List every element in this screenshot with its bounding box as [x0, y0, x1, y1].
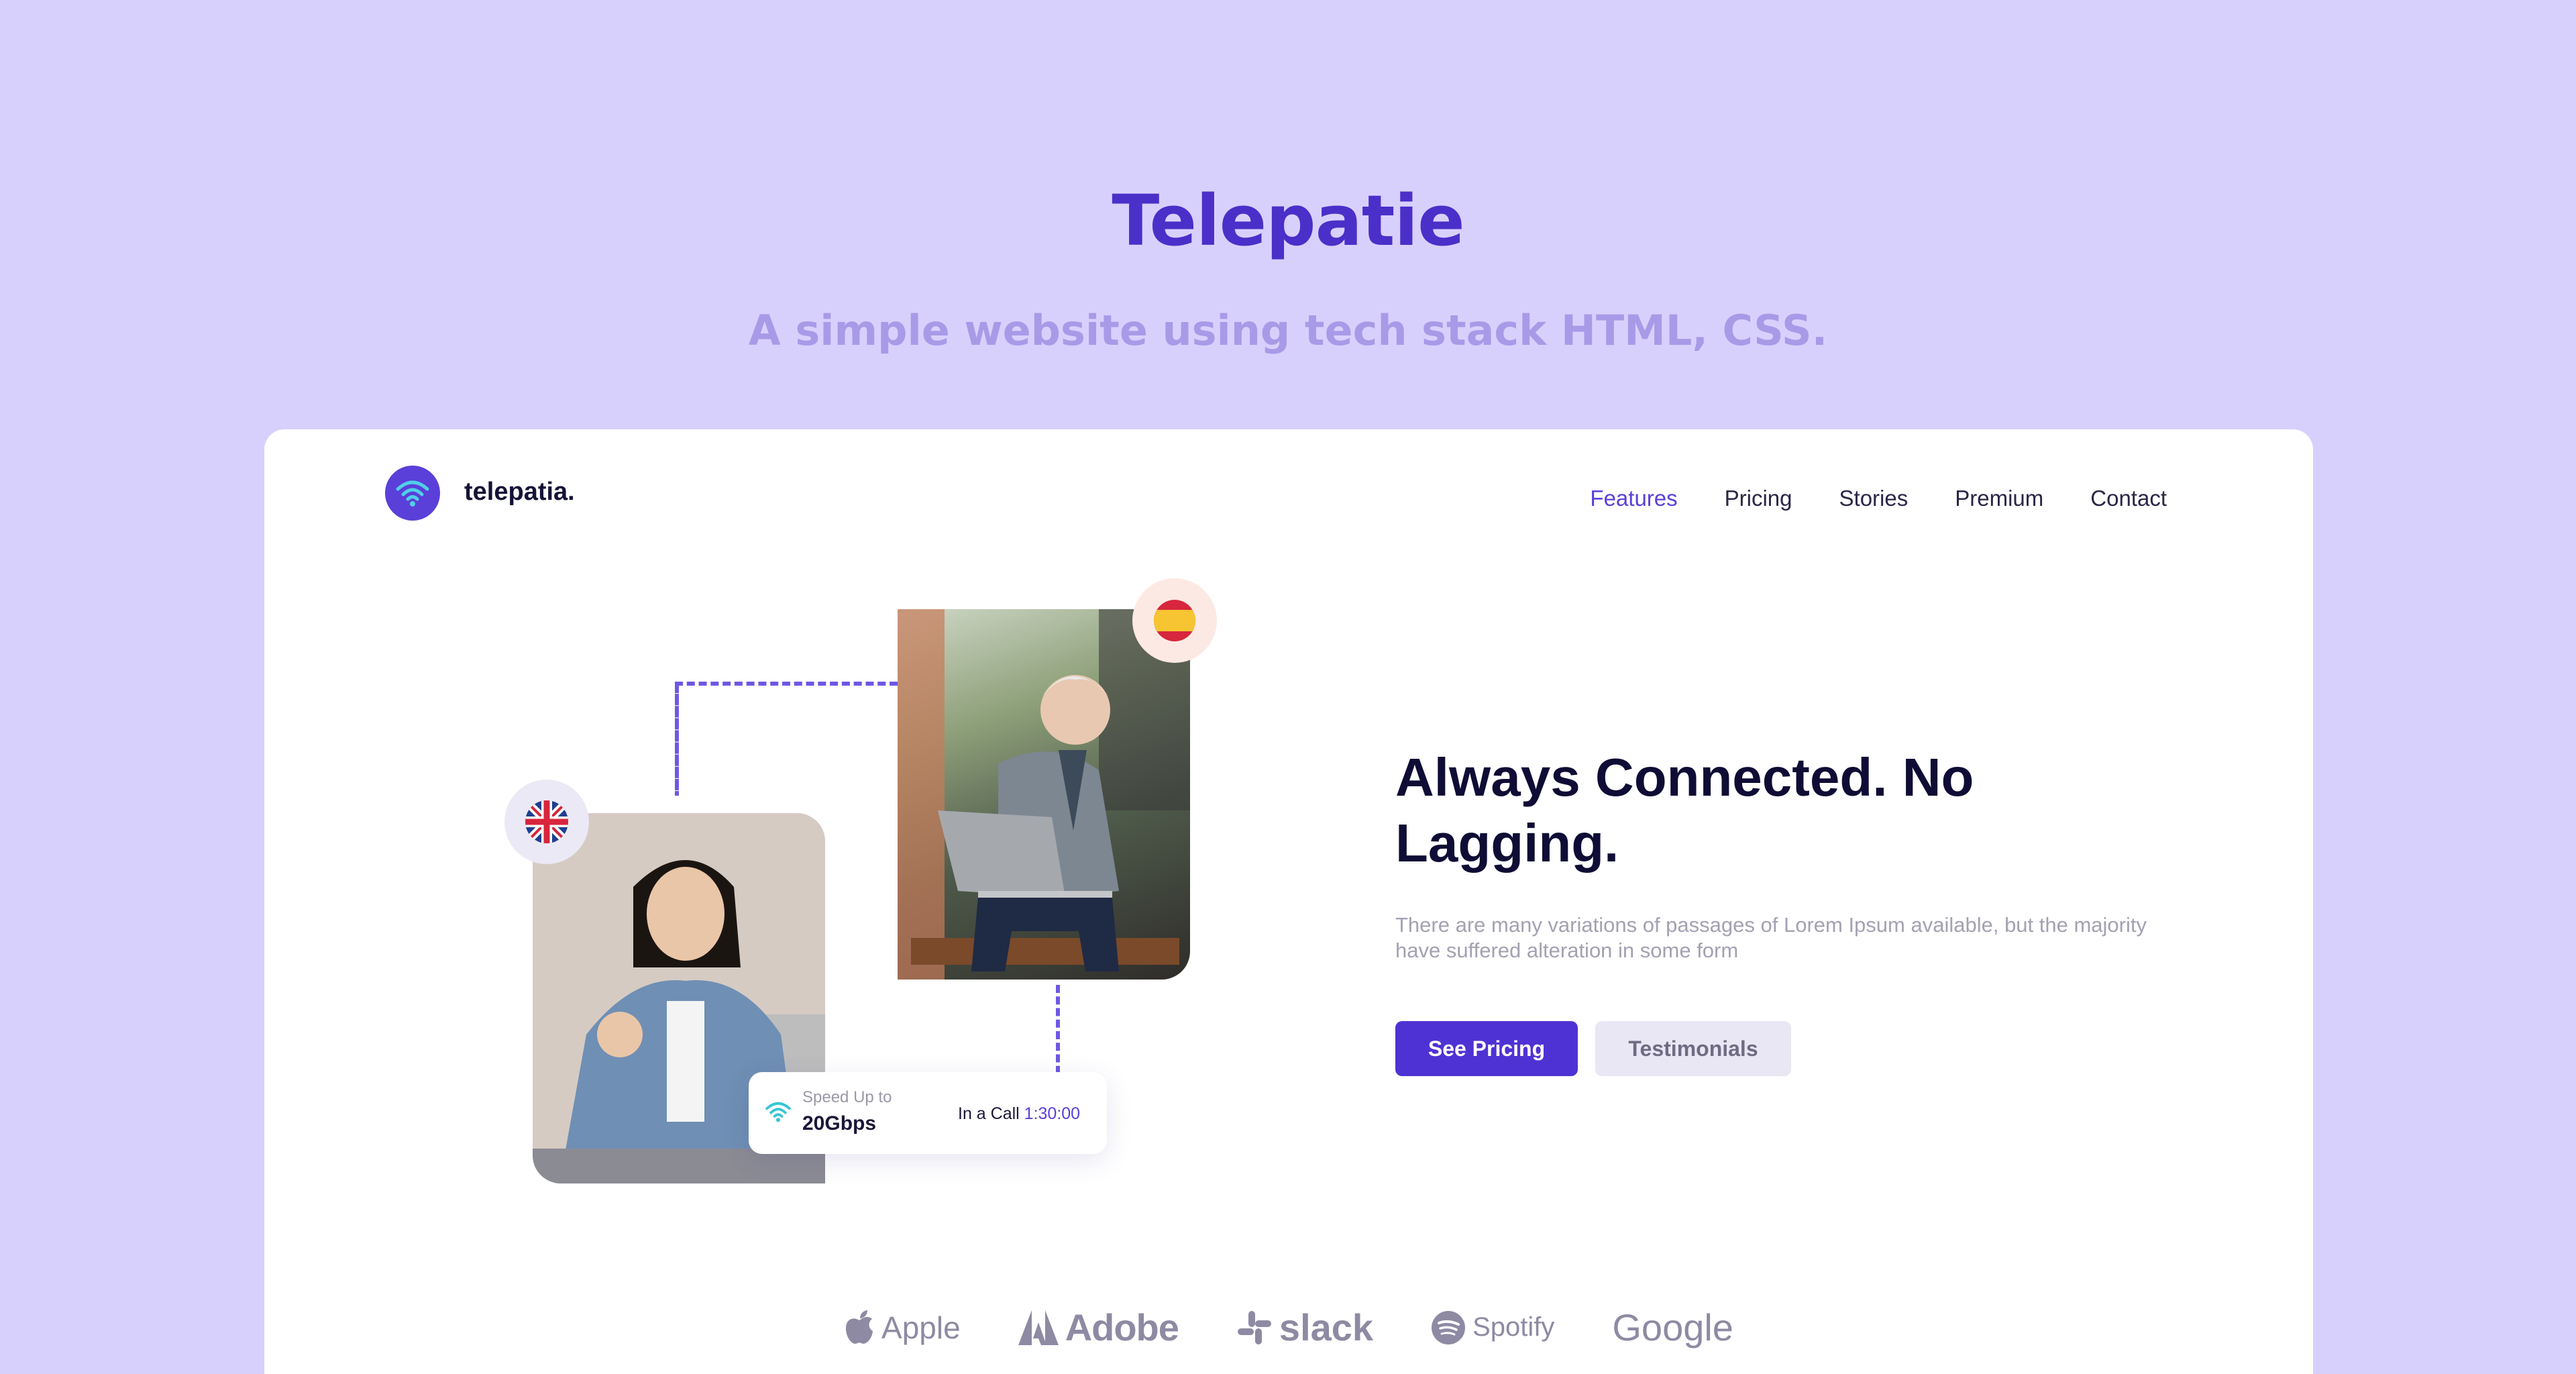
call-label: In a Call	[958, 1104, 1020, 1123]
brand-spotify: Spotify	[1431, 1310, 1554, 1345]
speed-value: 20Gbps	[802, 1112, 877, 1134]
brand-google-label: Google	[1612, 1306, 1733, 1349]
see-pricing-button[interactable]: See Pricing	[1395, 1021, 1578, 1076]
wifi-icon	[765, 1102, 791, 1122]
brand-adobe: Adobe	[1018, 1306, 1179, 1349]
brand-google: Google	[1612, 1306, 1733, 1349]
dashed-connector	[1056, 985, 1060, 1086]
call-timer: 1:30:00	[1024, 1104, 1081, 1123]
brand-slack-label: slack	[1279, 1306, 1374, 1349]
apple-logo-icon	[845, 1310, 873, 1344]
testimonials-button[interactable]: Testimonials	[1595, 1021, 1791, 1076]
brand-apple: Apple	[844, 1310, 961, 1346]
speed-label: Speed Up to	[802, 1088, 892, 1106]
dashed-connector	[675, 682, 679, 796]
brand-logos-row: Apple Adobe slack Spotify Google	[264, 1306, 2313, 1349]
dashed-connector	[675, 682, 898, 686]
page-title: Telepatie	[1112, 180, 1464, 262]
uk-flag-badge	[504, 780, 589, 864]
hero-description: There are many variations of passages of…	[1395, 913, 2147, 962]
nav-item-features[interactable]: Features	[1590, 486, 1677, 511]
logo-text[interactable]: telepatia.	[464, 478, 575, 507]
nav-item-pricing[interactable]: Pricing	[1725, 486, 1792, 511]
man-with-laptop-photo	[898, 609, 1190, 980]
slack-logo-icon	[1237, 1310, 1271, 1344]
logo-badge[interactable]	[385, 466, 440, 521]
page-subtitle: A simple website using tech stack HTML, …	[748, 306, 1828, 355]
brand-apple-label: Apple	[881, 1310, 961, 1345]
nav-item-stories[interactable]: Stories	[1839, 486, 1909, 511]
nav-item-contact[interactable]: Contact	[2090, 486, 2167, 511]
main-nav: Features Pricing Stories Premium Contact	[1590, 486, 2167, 511]
spain-flag-badge	[1132, 578, 1217, 663]
brand-adobe-label: Adobe	[1065, 1306, 1179, 1349]
brand-spotify-label: Spotify	[1472, 1312, 1555, 1342]
spotify-logo-icon	[1432, 1310, 1466, 1344]
adobe-logo-icon	[1018, 1310, 1059, 1345]
hero-title: Always Connected. No Lagging.	[1395, 747, 1974, 873]
brand-slack: slack	[1236, 1306, 1373, 1349]
spain-flag-icon	[1154, 600, 1195, 641]
website-preview-frame: telepatia. Features Pricing Stories Prem…	[264, 429, 2313, 1374]
uk-flag-icon	[525, 800, 568, 843]
call-status: In a Call 1:30:00	[958, 1104, 1080, 1124]
wifi-icon	[396, 480, 429, 507]
nav-item-premium[interactable]: Premium	[1955, 486, 2043, 511]
speed-info-card: Speed Up to 20Gbps In a Call 1:30:00	[749, 1072, 1107, 1154]
